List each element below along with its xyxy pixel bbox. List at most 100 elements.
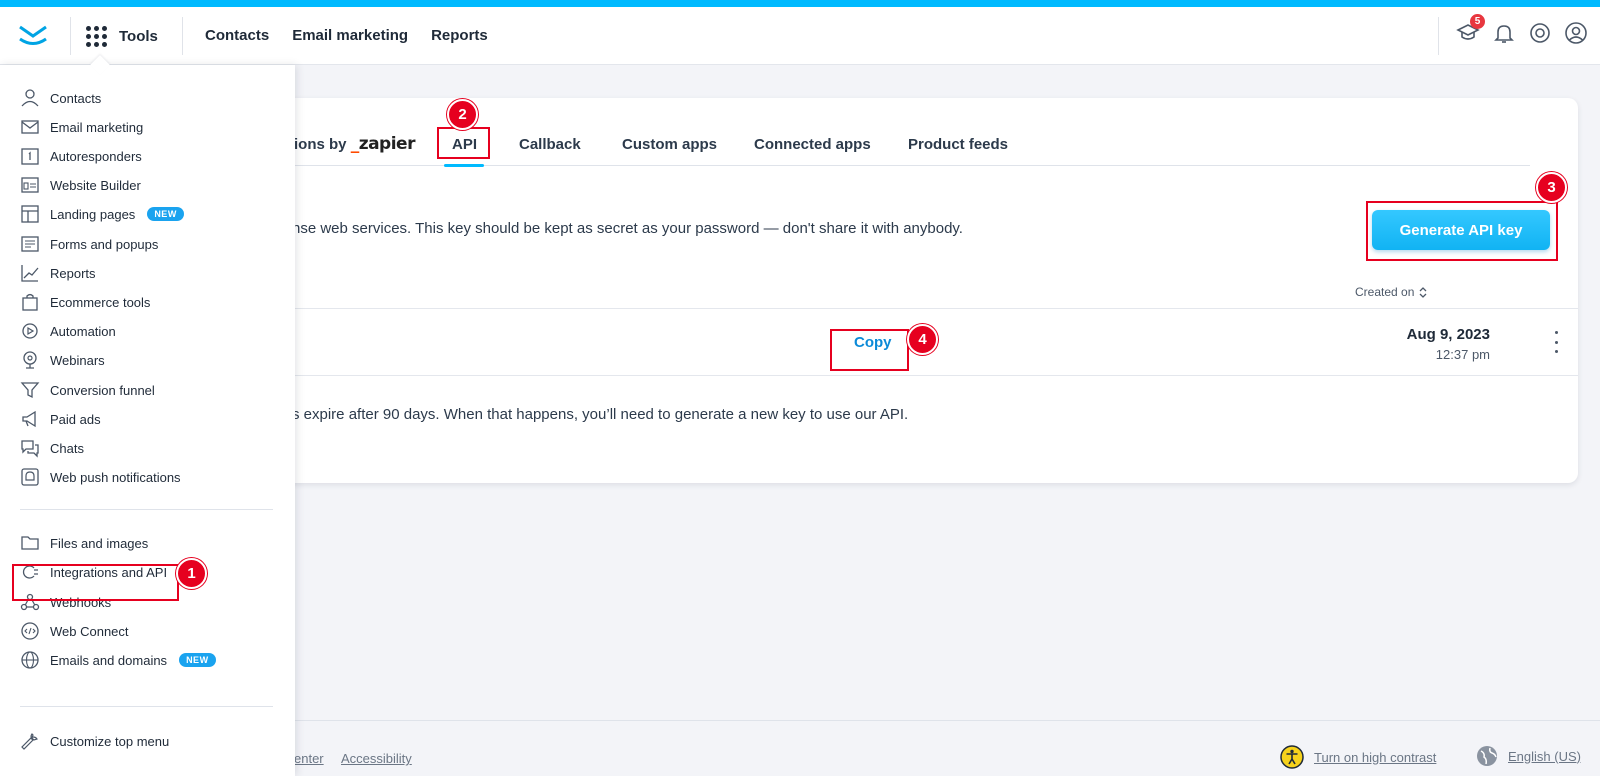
tools-dropdown-menu: Contacts Email marketing Autoresponders … [0,65,295,776]
folder-icon [21,536,39,550]
menu-item-label: Files and images [50,535,149,551]
tab-integrations-label: ions by [294,136,347,153]
graduation-cap-icon[interactable]: 5 [1456,14,1485,45]
divider [1438,17,1439,55]
menu-item-label: Conversion funnel [50,382,155,398]
menu-item-automation[interactable]: Automation [20,320,116,342]
menu-item-label: Reports [50,265,96,281]
active-tab-indicator [444,164,484,167]
created-on-column-header[interactable]: Created on [1355,285,1427,299]
user-avatar-icon[interactable] [1564,21,1588,45]
tab-product-feeds[interactable]: Product feeds [908,136,1008,153]
footer-accessibility-link[interactable]: Accessibility [341,751,412,766]
annotation-highlight-1 [12,564,179,601]
api-description: nse web services. This key should be kep… [292,220,963,237]
created-on-label: Created on [1355,285,1415,299]
menu-item-emails-and-domains[interactable]: Emails and domains NEW [20,649,216,671]
menu-item-label: Chats [50,440,84,456]
menu-item-ecommerce-tools[interactable]: Ecommerce tools [20,291,150,313]
person-icon [21,89,39,107]
chat-icon [21,440,39,458]
menu-item-label: Emails and domains [50,652,168,668]
menu-item-files-and-images[interactable]: Files and images [20,532,148,554]
funnel-icon [20,382,40,399]
menu-item-web-push-notifications[interactable]: Web push notifications [20,466,181,488]
menu-item-contacts[interactable]: Contacts [20,87,101,109]
menu-item-website-builder[interactable]: Website Builder [20,174,141,196]
new-badge: NEW [147,207,184,221]
webcam-icon [23,351,37,369]
chart-icon [21,265,39,282]
menu-item-label: Contacts [50,90,102,106]
table-divider [260,308,1578,309]
created-time: 12:37 pm [1435,347,1490,362]
globe-icon [21,651,39,669]
menu-item-forms-and-popups[interactable]: Forms and popups [20,233,158,255]
annotation-highlight-4 [830,329,909,371]
bell-icon[interactable] [1492,21,1516,45]
tab-custom-apps[interactable]: Custom apps [622,136,717,153]
menu-item-webinars[interactable]: Webinars [20,349,105,371]
calendar-icon [21,148,39,165]
language-selector[interactable]: English (US) [1476,745,1581,767]
nav-reports[interactable]: Reports [431,27,488,44]
globe-icon [1477,746,1497,766]
api-key-expiry-note: s expire after 90 days. When that happen… [292,406,909,423]
website-icon [21,177,39,193]
menu-item-label: Forms and popups [50,236,159,252]
megaphone-icon [22,410,36,428]
bell-icon [21,468,39,486]
created-date: Aug 9, 2023 [1406,326,1490,343]
menu-item-landing-pages[interactable]: Landing pages NEW [20,203,184,225]
sort-icon [1419,286,1427,298]
annotation-highlight-2 [437,127,490,159]
tab-integrations-by-zapier[interactable]: ions by _zapier [294,134,415,154]
nav-contacts[interactable]: Contacts [205,27,269,44]
bag-icon [22,293,38,311]
menu-item-label: Web Connect [50,623,129,639]
help-lifebuoy-icon[interactable] [1528,21,1552,45]
annotation-marker-1: 1 [176,558,207,589]
menu-item-label: Autoresponders [50,148,142,164]
menu-item-label: Website Builder [50,177,141,193]
menu-divider [20,509,273,510]
annotation-highlight-3 [1366,201,1558,261]
divider [182,17,183,55]
menu-item-chats[interactable]: Chats [20,437,84,459]
top-icons: 5 [1456,14,1588,45]
tab-callback[interactable]: Callback [519,136,581,153]
table-divider [260,375,1578,376]
menu-item-reports[interactable]: Reports [20,262,96,284]
code-icon [21,622,39,640]
annotation-marker-3: 3 [1536,172,1567,203]
tab-connected-apps[interactable]: Connected apps [754,136,871,153]
menu-divider [20,706,273,707]
high-contrast-toggle[interactable]: Turn on high contrast [1280,745,1436,769]
footer-divider [290,720,1600,721]
more-options-icon[interactable] [1550,331,1562,353]
top-nav: Contacts Email marketing Reports [205,27,488,44]
top-accent-strip [0,0,1600,7]
form-icon [21,236,39,252]
menu-item-paid-ads[interactable]: Paid ads [20,408,101,430]
language-label: English (US) [1508,748,1581,764]
zapier-logo: _zapier [350,134,416,154]
menu-item-customize-top-menu[interactable]: Customize top menu [20,730,169,752]
new-badge: NEW [179,653,216,667]
nav-email-marketing[interactable]: Email marketing [292,27,408,44]
menu-item-label: Customize top menu [50,733,170,749]
menu-item-email-marketing[interactable]: Email marketing [20,116,143,138]
menu-item-label: Automation [50,323,116,339]
envelope-icon [21,120,39,134]
notification-count-badge: 5 [1470,14,1485,29]
tools-menu-button[interactable]: Tools [86,21,158,51]
footer-help-center-link[interactable]: enter [294,751,324,766]
menu-item-web-connect[interactable]: Web Connect [20,620,129,642]
tools-label: Tools [119,27,158,45]
menu-item-label: Landing pages [50,206,136,222]
getresponse-logo-icon[interactable] [18,24,48,46]
accessibility-icon [1280,745,1304,769]
menu-item-autoresponders[interactable]: Autoresponders [20,145,142,167]
menu-item-label: Email marketing [50,119,144,135]
menu-item-conversion-funnel[interactable]: Conversion funnel [20,379,155,401]
